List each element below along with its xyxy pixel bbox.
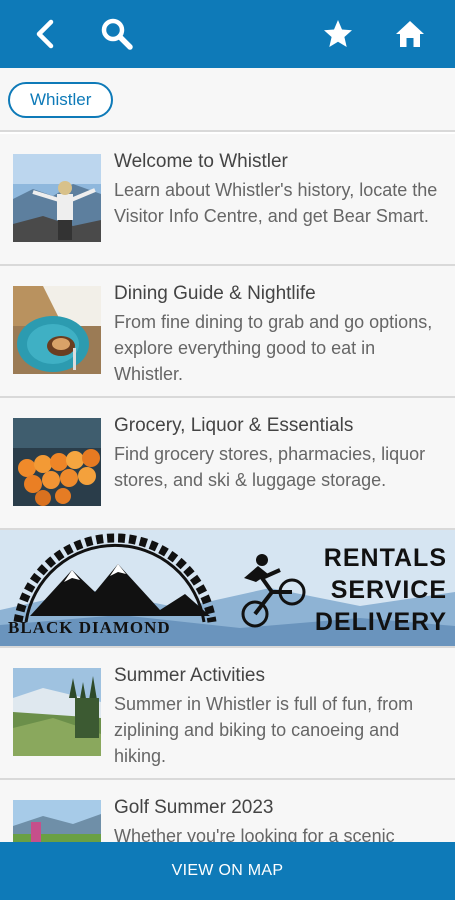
list-item[interactable]: Dining Guide & Nightlife From fine dinin… bbox=[0, 266, 455, 398]
top-app-bar bbox=[0, 0, 455, 68]
item-description: Learn about Whistler's history, locate t… bbox=[114, 180, 438, 226]
item-title: Grocery, Liquor & Essentials bbox=[114, 415, 354, 436]
home-icon bbox=[396, 21, 424, 47]
star-icon bbox=[324, 20, 352, 47]
item-title: Welcome to Whistler bbox=[114, 151, 288, 172]
item-title: Dining Guide & Nightlife bbox=[114, 283, 316, 304]
thumbnail-image bbox=[13, 286, 101, 374]
view-on-map-button[interactable]: VIEW ON MAP bbox=[0, 842, 455, 900]
back-button[interactable] bbox=[26, 14, 66, 54]
thumbnail-image bbox=[13, 668, 101, 756]
banner-line-service: SERVICE bbox=[330, 576, 447, 604]
thumbnail-image bbox=[13, 154, 101, 242]
item-description: From fine dining to grab and go options,… bbox=[114, 312, 433, 384]
search-icon bbox=[101, 18, 133, 50]
filter-bar: Whistler bbox=[0, 68, 455, 132]
thumbnail-image bbox=[13, 418, 101, 506]
banner-brand: BLACK DIAMOND bbox=[8, 618, 171, 637]
ad-banner[interactable]: BLACK DIAMOND RENTALS SERVICE DELIVERY bbox=[0, 530, 455, 648]
thumbnail-image bbox=[13, 800, 101, 844]
list-item[interactable]: Golf Summer 2023 Whether you're looking … bbox=[0, 780, 455, 844]
list-item[interactable]: Summer Activities Summer in Whistler is … bbox=[0, 648, 455, 780]
search-button[interactable] bbox=[97, 14, 137, 54]
filter-chip-whistler[interactable]: Whistler bbox=[8, 82, 114, 118]
list-item[interactable]: Grocery, Liquor & Essentials Find grocer… bbox=[0, 398, 455, 530]
item-title: Summer Activities bbox=[114, 665, 265, 686]
chevron-left-icon bbox=[36, 19, 54, 49]
banner-headline: RENTALS SERVICE DELIVERY bbox=[315, 542, 447, 638]
banner-line-delivery: DELIVERY bbox=[314, 608, 447, 636]
list-item[interactable]: Welcome to Whistler Learn about Whistler… bbox=[0, 134, 455, 266]
banner-line-rentals: RENTALS bbox=[323, 544, 447, 572]
category-list[interactable]: Welcome to Whistler Learn about Whistler… bbox=[0, 134, 455, 844]
item-description: Find grocery stores, pharmacies, liquor … bbox=[114, 444, 426, 490]
item-description: Summer in Whistler is full of fun, from … bbox=[114, 694, 414, 766]
item-title: Golf Summer 2023 bbox=[114, 797, 274, 818]
home-button[interactable] bbox=[390, 14, 430, 54]
favorite-button[interactable] bbox=[318, 14, 358, 54]
item-description: Whether you're looking for a scenic bbox=[114, 826, 395, 844]
